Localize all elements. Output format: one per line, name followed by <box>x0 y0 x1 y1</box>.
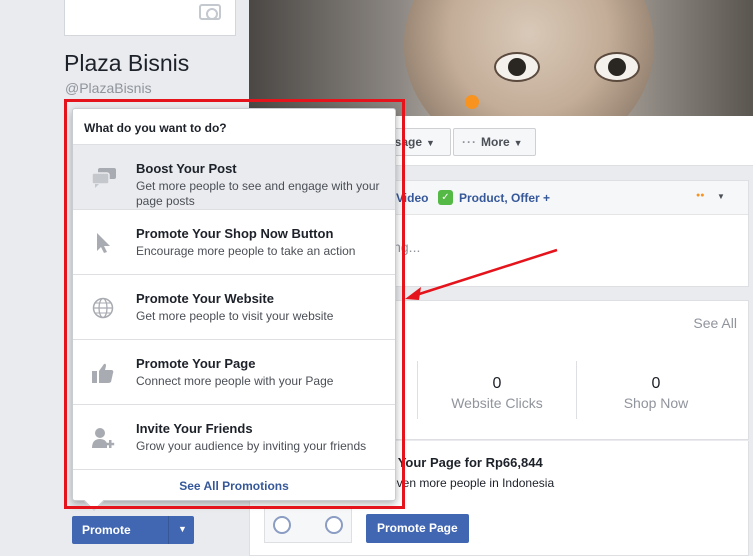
chevron-down-icon: ▼ <box>426 138 435 148</box>
tab-product-offer[interactable]: ✓ Product, Offer + <box>438 190 550 205</box>
page-avatar-mini-icon[interactable]: ●● <box>696 192 704 199</box>
profile-picture[interactable] <box>64 0 236 36</box>
more-dots-icon: ··· <box>462 135 477 149</box>
more-button-label: More <box>481 135 510 149</box>
stat-shop-now-label: Shop Now <box>623 395 689 411</box>
chevron-down-icon[interactable]: ▼ <box>178 524 187 534</box>
stat-shop-now-value: 0 <box>651 375 661 392</box>
promo-subtitle: even more people in Indonesia <box>390 476 555 490</box>
cover-eye-right <box>594 52 640 82</box>
annotation-highlight-box <box>64 99 405 509</box>
chevron-down-icon[interactable]: ▼ <box>717 192 725 201</box>
promote-button[interactable]: Promote ▼ <box>72 516 194 544</box>
more-button[interactable]: ··· More ▼ <box>453 128 536 156</box>
page-handle[interactable]: @PlazaBisnis <box>65 80 152 96</box>
stat-website-clicks-value: 0 <box>492 375 502 392</box>
promote-button-label: Promote <box>82 523 131 537</box>
promote-button-divider <box>168 516 169 544</box>
page-name: Plaza Bisnis <box>64 50 190 76</box>
promote-page-button[interactable]: Promote Page <box>366 514 469 543</box>
camera-icon[interactable] <box>199 4 221 20</box>
promo-audience-image <box>264 507 352 543</box>
tab-product-label: Product, Offer + <box>459 190 551 205</box>
see-all-link[interactable]: See All <box>693 315 737 331</box>
person-icon <box>325 516 343 534</box>
stat-website-clicks-label: Website Clicks <box>451 395 543 411</box>
annotation-arrow-icon <box>405 248 558 300</box>
chevron-down-icon: ▼ <box>513 138 523 148</box>
promo-title: t Your Page for Rp66,844 <box>390 455 543 470</box>
person-icon <box>273 516 291 534</box>
product-icon: ✓ <box>438 190 453 205</box>
cover-eye-left <box>494 52 540 82</box>
cover-orange-dot <box>465 95 479 109</box>
